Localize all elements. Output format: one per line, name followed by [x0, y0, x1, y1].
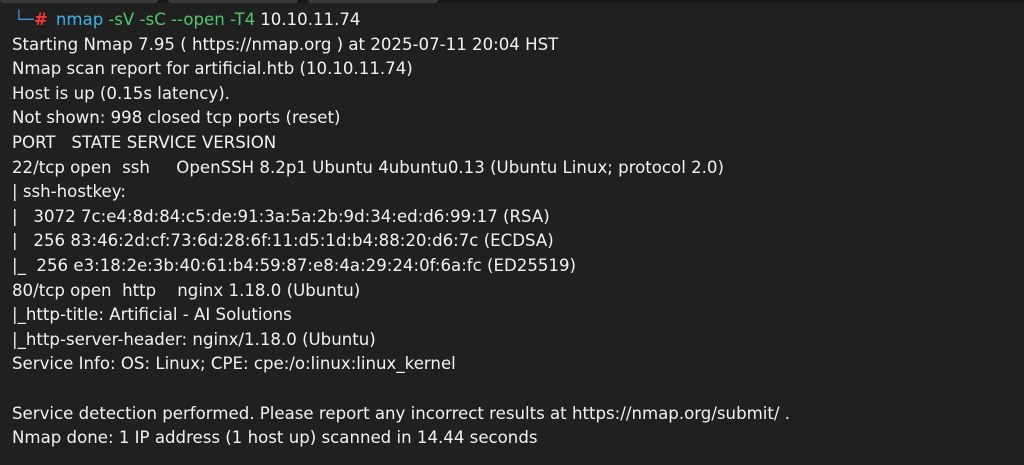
output-line: Nmap scan report for artificial.htb (10.… — [12, 59, 413, 79]
prompt-line: └─ # nmap -sV -sC --open -T4 10.10.11.74 — [12, 8, 1014, 33]
output-line: | 3072 7c:e4:8d:84:c5:de:91:3a:5a:2b:9d:… — [12, 206, 550, 226]
output-line: |_http-server-header: nginx/1.18.0 (Ubun… — [12, 329, 376, 349]
output-line: |_http-title: Artificial - AI Solutions — [12, 305, 292, 325]
output-line: |_ 256 e3:18:2e:3b:40:61:b4:59:87:e8:4a:… — [12, 255, 577, 275]
terminal-output: └─ # nmap -sV -sC --open -T4 10.10.11.74 Sta… — [12, 8, 1014, 451]
output-line: Service detection performed. Please repo… — [12, 403, 791, 423]
output-line: Not shown: 998 closed tcp ports (reset) — [12, 108, 341, 128]
tab-2[interactable] — [168, 0, 298, 3]
command-arguments: -sV -sC --open -T4 — [108, 10, 256, 29]
command-name: nmap — [55, 10, 104, 29]
output-line: PORT STATE SERVICE VERSION — [12, 132, 277, 152]
output-line: | 256 83:46:2d:cf:73:6d:28:6f:11:d5:1d:b… — [12, 231, 554, 251]
output-line: Host is up (0.15s latency). — [12, 83, 230, 103]
output-line: 22/tcp open ssh OpenSSH 8.2p1 Ubuntu 4ub… — [12, 157, 724, 177]
output-line: | ssh-hostkey: — [12, 182, 126, 202]
output-line: 80/tcp open http nginx 1.18.0 (Ubuntu) — [12, 280, 361, 300]
terminal-window[interactable]: └─ # nmap -sV -sC --open -T4 10.10.11.74 Sta… — [0, 0, 1024, 465]
tab-1[interactable] — [0, 0, 158, 3]
output-line: Nmap done: 1 IP address (1 host up) scan… — [12, 428, 538, 448]
prompt-corner: └─ — [14, 10, 34, 29]
output-line: Starting Nmap 7.95 ( https://nmap.org ) … — [12, 34, 559, 54]
prompt-symbol: # — [34, 10, 48, 29]
tab-3[interactable] — [308, 0, 438, 3]
command-target: 10.10.11.74 — [260, 10, 361, 29]
output-line: Service Info: OS: Linux; CPE: cpe:/o:lin… — [12, 354, 456, 374]
